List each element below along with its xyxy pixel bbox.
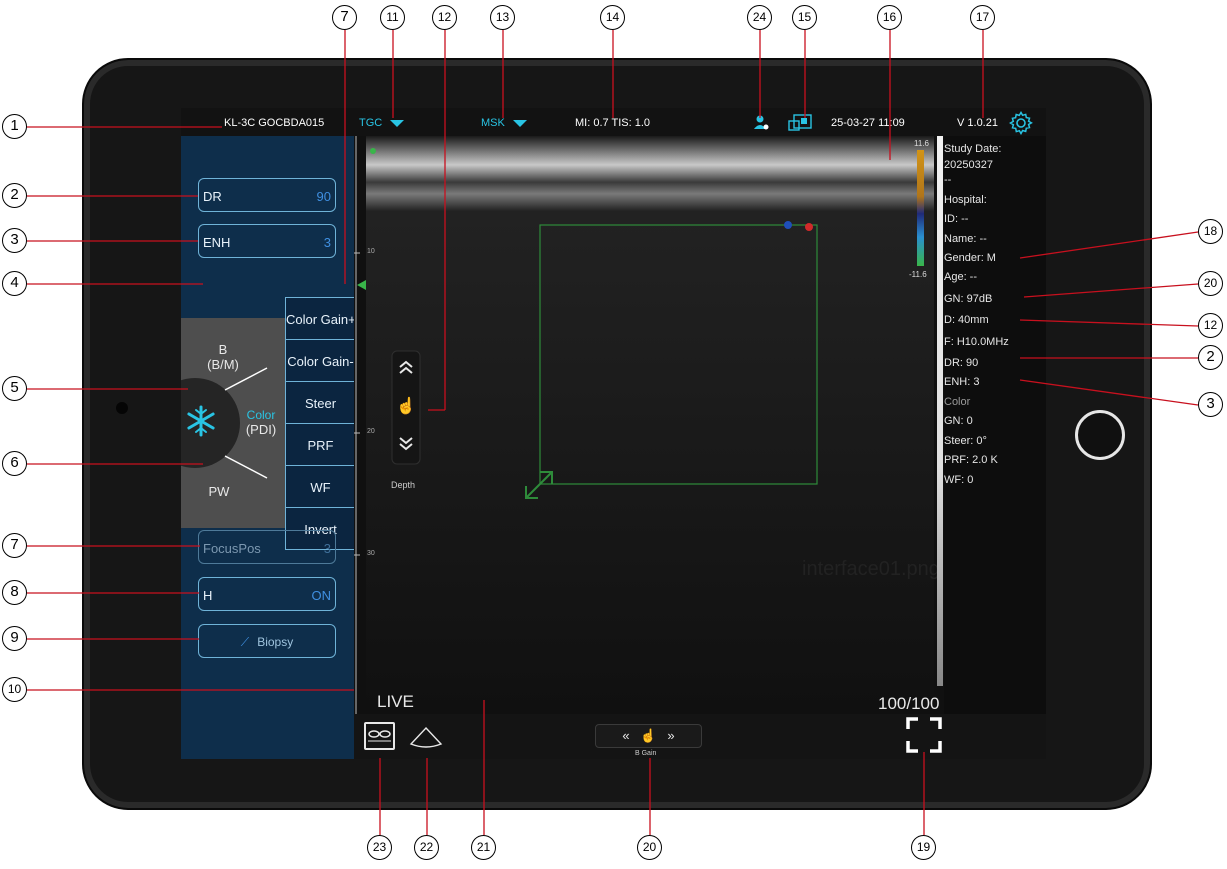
callout-8: 8: [2, 580, 27, 605]
callout-right-2: 2: [1198, 345, 1223, 370]
callout-top-12: 12: [432, 5, 457, 30]
callout-22: 22: [414, 835, 439, 860]
callout-5: 5: [2, 376, 27, 401]
callout-bottom-20: 20: [637, 835, 662, 860]
callout-21: 21: [471, 835, 496, 860]
callout-4: 4: [2, 271, 27, 296]
callout-16: 16: [877, 5, 902, 30]
callout-13: 13: [490, 5, 515, 30]
callout-1: 1: [2, 114, 27, 139]
callout-top-7: 7: [332, 5, 357, 30]
callout-11: 11: [380, 5, 405, 30]
callout-9: 9: [2, 626, 27, 651]
callout-15: 15: [792, 5, 817, 30]
callout-6: 6: [2, 451, 27, 476]
callout-right-3: 3: [1198, 392, 1223, 417]
callout-14: 14: [600, 5, 625, 30]
callout-lines: [27, 30, 1199, 835]
callout-2: 2: [2, 183, 27, 208]
callout-right-20: 20: [1198, 271, 1223, 296]
callout-right-12: 12: [1198, 313, 1223, 338]
callout-7: 7: [2, 533, 27, 558]
callout-23: 23: [367, 835, 392, 860]
callout-3: 3: [2, 228, 27, 253]
callout-18: 18: [1198, 219, 1223, 244]
callout-19: 19: [911, 835, 936, 860]
callout-17: 17: [970, 5, 995, 30]
callout-24: 24: [747, 5, 772, 30]
callout-10: 10: [2, 677, 27, 702]
